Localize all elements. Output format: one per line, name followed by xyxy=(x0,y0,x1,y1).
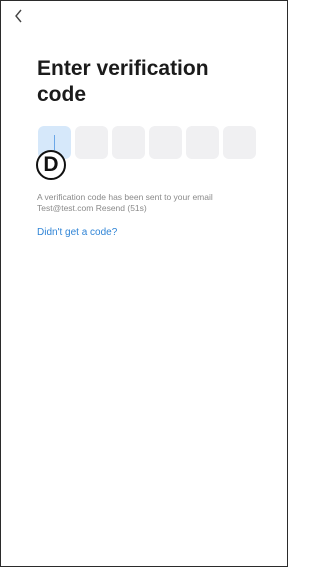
page-title: Enter verification code xyxy=(37,57,209,106)
code-digit-box-4[interactable] xyxy=(149,126,182,159)
hint-line: A verification code has been sent to you… xyxy=(37,192,213,202)
code-digit-box-2[interactable] xyxy=(75,126,108,159)
code-digit-box-3[interactable] xyxy=(112,126,145,159)
text-cursor xyxy=(54,135,55,150)
resend-countdown[interactable]: Resend (51s) xyxy=(96,203,147,213)
back-button[interactable] xyxy=(8,4,30,28)
code-digit-box-5[interactable] xyxy=(186,126,219,159)
code-digit-box-6[interactable] xyxy=(223,126,256,159)
annotation-marker: D xyxy=(36,150,66,180)
verification-code-input[interactable] xyxy=(38,126,256,159)
verification-hint: A verification code has been sent to you… xyxy=(37,192,277,214)
hint-email: Test@test.com xyxy=(37,203,94,213)
didnt-get-code-link[interactable]: Didn't get a code? xyxy=(37,227,117,238)
hint-email-line: Test@test.com Resend (51s) xyxy=(37,203,277,214)
chevron-left-icon xyxy=(15,9,22,23)
